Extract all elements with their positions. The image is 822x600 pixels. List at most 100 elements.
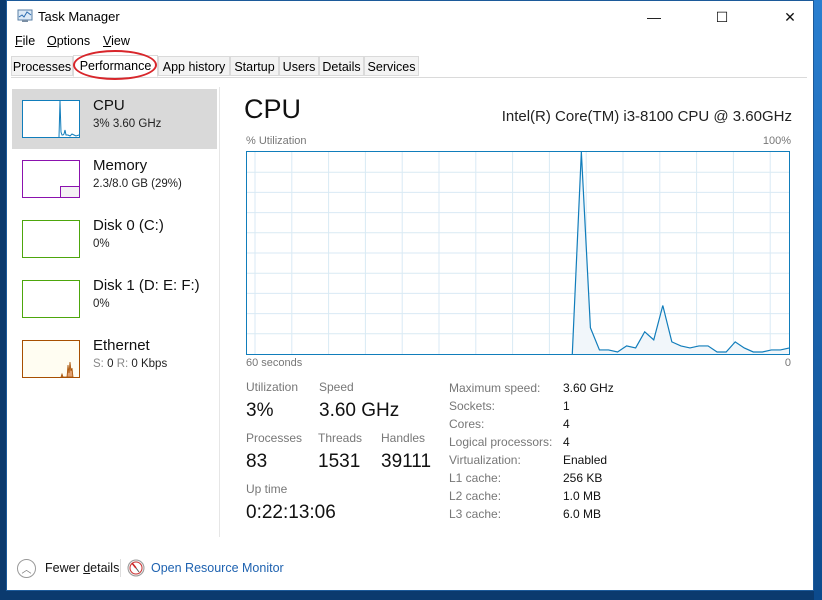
chevron-up-icon: ︿ — [17, 558, 36, 578]
threads-label: Threads — [318, 431, 363, 445]
sidebar-ethernet-name: Ethernet — [93, 337, 150, 354]
l3-cache-value: 6.0 MB — [563, 507, 602, 521]
cpu-model-name: Intel(R) Core(TM) i3-8100 CPU @ 3.60GHz — [501, 108, 792, 125]
speed-value: 3.60 GHz — [319, 400, 400, 421]
close-button[interactable]: ✕ — [767, 1, 813, 33]
tab-processes[interactable]: Processes — [11, 56, 73, 76]
l1-cache-value: 256 KB — [563, 471, 603, 485]
cores-label: Cores: — [449, 417, 485, 431]
menu-view-accel: V — [103, 34, 112, 48]
menu-file[interactable]: File — [15, 34, 35, 48]
desktop-background — [814, 0, 822, 600]
sockets-label: Sockets: — [449, 399, 496, 413]
fewer-details-label-prefix: Fewer — [45, 561, 84, 575]
title-bar: Task Manager — ☐ ✕ — [7, 1, 813, 33]
sidebar-disk1-name: Disk 1 (D: E: F:) — [93, 277, 200, 294]
processes-value: 83 — [246, 451, 268, 472]
uptime-value: 0:22:13:06 — [246, 502, 336, 523]
sidebar-memory-sub: 2.3/8.0 GB (29%) — [93, 178, 182, 190]
menu-options-accel: O — [47, 34, 57, 48]
cpu-thumbnail-line — [58, 101, 79, 137]
sidebar-item-ethernet[interactable]: Ethernet S: 0 R: 0 Kbps — [12, 329, 217, 389]
graph-y-max-label: 100% — [762, 135, 791, 147]
disk0-thumbnail-graph — [22, 220, 80, 258]
menu-view[interactable]: View — [103, 34, 130, 48]
sidebar-item-disk-0[interactable]: Disk 0 (C:) 0% — [12, 209, 217, 269]
sidebar-ethernet-sub: S: 0 R: 0 Kbps — [93, 358, 167, 370]
memory-thumbnail-graph — [22, 160, 80, 198]
tab-startup[interactable]: Startup — [230, 56, 279, 76]
ethernet-receive-value: 0 Kbps — [131, 358, 168, 370]
resource-sidebar: CPU 3% 3.60 GHz Memory 2.3/8.0 GB (29%) … — [7, 87, 220, 537]
task-manager-icon — [17, 9, 33, 22]
handles-value: 39111 — [381, 451, 432, 472]
threads-value: 1531 — [318, 451, 361, 472]
max-speed-label: Maximum speed: — [449, 381, 541, 395]
sidebar-disk1-sub: 0% — [93, 298, 110, 310]
sidebar-disk0-name: Disk 0 (C:) — [93, 217, 164, 234]
graph-x-right-label: 0 — [784, 357, 791, 369]
speed-label: Speed — [319, 380, 354, 394]
menu-options-label: ptions — [56, 34, 91, 48]
sidebar-cpu-name: CPU — [93, 97, 125, 114]
cpu-detail-pane: CPU Intel(R) Core(TM) i3-8100 CPU @ 3.60… — [219, 87, 815, 542]
close-icon: ✕ — [784, 8, 796, 25]
fewer-details-button[interactable]: ︿ Fewer details — [17, 557, 119, 579]
disk1-thumbnail-graph — [22, 280, 80, 318]
virtualization-value: Enabled — [563, 453, 608, 467]
fewer-details-label-rest: etails — [90, 561, 120, 575]
virtualization-label: Virtualization: — [449, 453, 521, 467]
utilization-value: 3% — [246, 400, 274, 421]
graph-x-left-label: 60 seconds — [246, 357, 303, 369]
tab-users[interactable]: Users — [279, 56, 319, 76]
resource-monitor-label: Open Resource Monitor — [151, 561, 284, 575]
tab-services[interactable]: Services — [364, 56, 419, 76]
menu-file-label: ile — [22, 34, 36, 48]
cpu-thumbnail-graph — [22, 100, 80, 138]
graph-y-label: % Utilization — [246, 135, 307, 147]
l3-cache-label: L3 cache: — [449, 507, 502, 521]
fewer-details-label: Fewer details — [45, 561, 119, 575]
minimize-button[interactable]: — — [631, 1, 677, 33]
task-manager-window: Task Manager — ☐ ✕ File Options View Pro… — [6, 0, 814, 591]
maximize-button[interactable]: ☐ — [699, 1, 745, 33]
max-speed-value: 3.60 GHz — [563, 381, 614, 395]
tab-performance[interactable]: Performance — [73, 55, 158, 77]
footer-bar: ︿ Fewer details Open Resource Monitor — [7, 551, 813, 587]
sidebar-item-disk-1[interactable]: Disk 1 (D: E: F:) 0% — [12, 269, 217, 329]
menu-view-label: iew — [111, 34, 130, 48]
tab-app-history[interactable]: App history — [158, 56, 230, 76]
sidebar-memory-name: Memory — [93, 157, 148, 174]
cpu-utilization-graph — [246, 151, 790, 355]
menu-bar: File Options View — [7, 33, 813, 51]
logical-processors-label: Logical processors: — [449, 435, 553, 449]
l1-cache-label: L1 cache: — [449, 471, 502, 485]
resource-monitor-icon — [127, 559, 145, 577]
l2-cache-label: L2 cache: — [449, 489, 502, 503]
maximize-icon: ☐ — [715, 8, 729, 25]
tab-details[interactable]: Details — [319, 56, 364, 76]
sidebar-item-memory[interactable]: Memory 2.3/8.0 GB (29%) — [12, 149, 217, 209]
ethernet-receive-label: R: — [116, 358, 129, 370]
tab-strip: Processes Performance App history Startu… — [11, 55, 807, 78]
sidebar-disk0-sub: 0% — [93, 238, 110, 250]
open-resource-monitor-link[interactable]: Open Resource Monitor — [127, 557, 284, 579]
l2-cache-value: 1.0 MB — [563, 489, 602, 503]
menu-options[interactable]: Options — [47, 34, 90, 48]
page-title: CPU — [244, 94, 302, 124]
sidebar-item-cpu[interactable]: CPU 3% 3.60 GHz — [12, 89, 217, 149]
ethernet-thumbnail-area — [60, 361, 74, 377]
processes-label: Processes — [246, 431, 303, 445]
ethernet-send-value: 0 — [107, 358, 114, 370]
window-title: Task Manager — [38, 9, 120, 24]
footer-divider — [120, 559, 121, 577]
sockets-value: 1 — [563, 399, 570, 413]
minimize-icon: — — [647, 9, 661, 25]
logical-processors-value: 4 — [563, 435, 570, 449]
memory-usage-fill — [60, 185, 79, 197]
ethernet-thumbnail-graph — [22, 340, 80, 378]
uptime-label: Up time — [246, 482, 288, 496]
sidebar-cpu-sub: 3% 3.60 GHz — [93, 118, 162, 130]
menu-file-accel: F — [15, 34, 23, 48]
cores-value: 4 — [563, 417, 570, 431]
